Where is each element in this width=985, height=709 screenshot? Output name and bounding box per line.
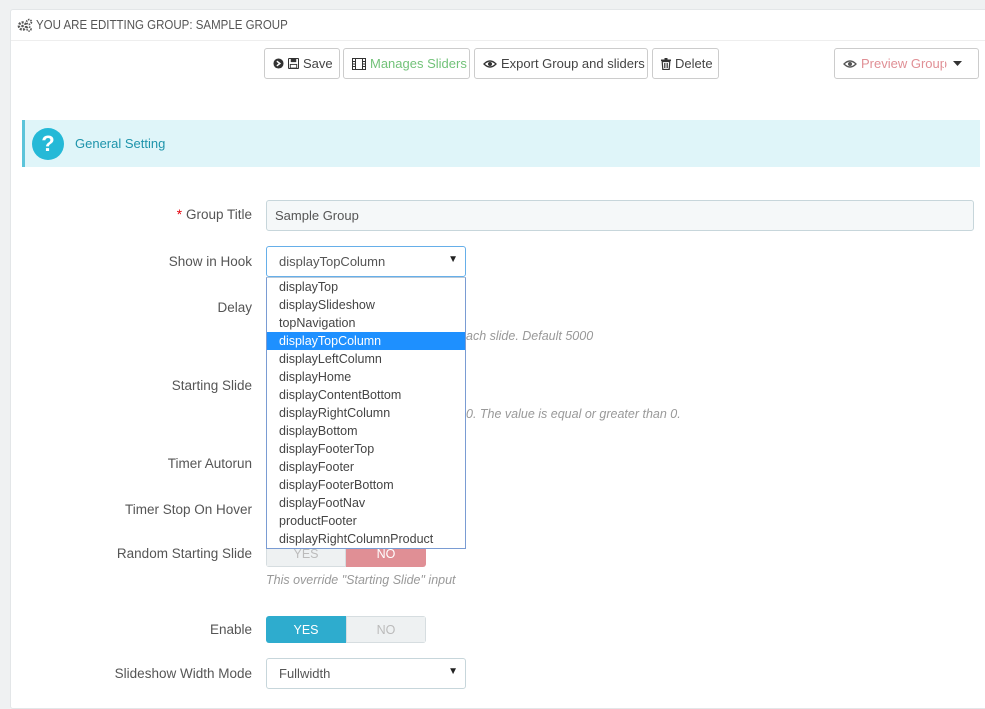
caret-down-icon: ▼ — [448, 254, 458, 265]
slideshow-width-mode-select[interactable]: Fullwidth ▼ — [266, 658, 466, 689]
hook-option[interactable]: displayFooterBottom — [267, 476, 465, 494]
show-in-hook-label: Show in Hook — [168, 254, 252, 269]
alert-text: General Setting — [75, 136, 166, 151]
required-marker: * — [176, 207, 182, 222]
group-title-input[interactable]: Sample Group — [266, 200, 974, 231]
eye-icon — [843, 59, 857, 69]
gears-icon — [17, 18, 33, 32]
panel-heading: YOU ARE EDITTING GROUP: SAMPLE GROUP — [11, 10, 985, 41]
general-setting-alert: ? General Setting — [22, 120, 980, 167]
group-title-label: * Group Title — [176, 207, 252, 222]
film-icon — [352, 57, 366, 70]
caret-down-icon[interactable] — [944, 49, 970, 78]
hook-option[interactable]: productFooter — [267, 512, 465, 530]
starting-slide-label: Starting Slide — [171, 378, 252, 393]
timer-stop-on-hover-label: Timer Stop On Hover — [124, 502, 252, 517]
enable-toggle[interactable]: YES NO — [266, 616, 426, 643]
starting-slide-help: 0. The value is equal or greater than 0. — [466, 407, 681, 421]
delay-label: Delay — [217, 300, 252, 315]
page-title: YOU ARE EDITTING GROUP: SAMPLE GROUP — [36, 18, 288, 32]
hook-option[interactable]: topNavigation — [267, 314, 465, 332]
question-icon: ? — [32, 127, 64, 160]
preview-group-label: Preview Group — [861, 56, 947, 71]
export-button[interactable]: Export Group and sliders — [474, 48, 648, 79]
caret-down-icon: ▼ — [448, 666, 458, 677]
save-button[interactable]: Save — [264, 48, 340, 79]
hook-option[interactable]: displayRightColumn — [267, 404, 465, 422]
manage-sliders-label: Manages Sliders — [370, 56, 467, 71]
hook-option[interactable]: displayFootNav — [267, 494, 465, 512]
hook-option[interactable]: displayBottom — [267, 422, 465, 440]
manage-sliders-button[interactable]: Manages Sliders — [343, 48, 470, 79]
show-in-hook-dropdown[interactable]: displayTop displaySlideshow topNavigation d… — [266, 277, 466, 549]
enable-label: Enable — [209, 622, 252, 637]
timer-autorun-label: Timer Autorun — [167, 456, 252, 471]
group-edit-panel: YOU ARE EDITTING GROUP: SAMPLE GROUP — [10, 9, 985, 709]
hook-option[interactable]: displaySlideshow — [267, 296, 465, 314]
hook-option[interactable]: displayLeftColumn — [267, 350, 465, 368]
hook-option[interactable]: displayHome — [267, 368, 465, 386]
show-in-hook-select[interactable]: displayTopColumn ▼ — [266, 246, 466, 277]
floppy-icon — [288, 58, 299, 69]
random-starting-slide-help: This override "Starting Slide" input — [266, 573, 456, 587]
hook-option[interactable]: displayTop — [267, 278, 465, 296]
delete-label: Delete — [675, 56, 713, 71]
hook-option[interactable]: displayFooterTop — [267, 440, 465, 458]
hook-option[interactable]: displayTopColumn — [267, 332, 465, 350]
random-starting-slide-label: Random Starting Slide — [116, 546, 252, 561]
slideshow-width-mode-label: Slideshow Width Mode — [114, 666, 252, 681]
preview-group-button[interactable]: Preview Group — [834, 48, 979, 79]
save-label: Save — [303, 56, 333, 71]
enable-no-option[interactable]: NO — [346, 616, 426, 643]
hook-option[interactable]: displayFooter — [267, 458, 465, 476]
trash-icon — [661, 57, 671, 70]
eye-icon — [483, 59, 497, 69]
hook-option[interactable]: displayContentBottom — [267, 386, 465, 404]
hook-option[interactable]: displayRightColumnProduct — [267, 530, 465, 548]
delay-help: ach slide. Default 5000 — [466, 329, 594, 343]
delete-button[interactable]: Delete — [652, 48, 719, 79]
export-label: Export Group and sliders — [501, 56, 645, 71]
enable-yes-option[interactable]: YES — [266, 616, 346, 643]
circle-arrow-icon — [273, 58, 284, 69]
